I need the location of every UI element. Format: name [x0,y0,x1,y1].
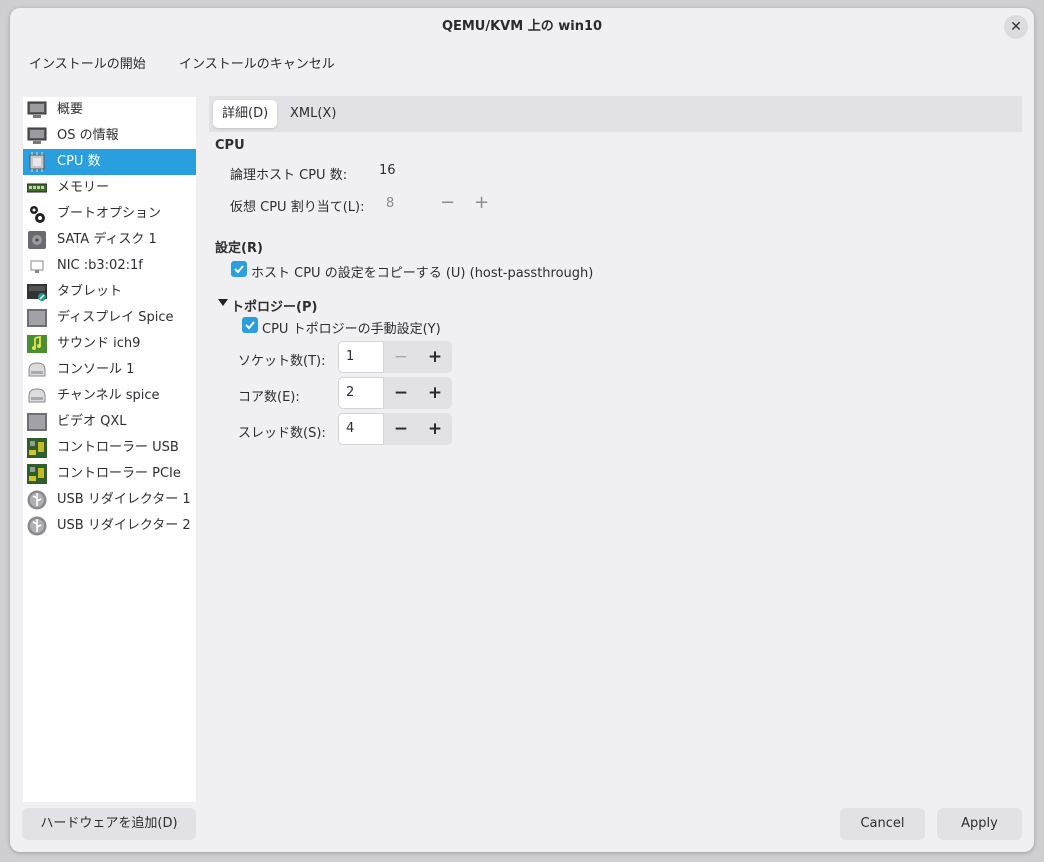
host-cpus-value: 16 [379,163,396,178]
sidebar-item-console[interactable]: コンソール 1 [23,357,196,383]
manual-topology-checkbox[interactable] [242,317,258,333]
cancel-install-button[interactable]: インストールのキャンセル [179,52,335,78]
host-cpus-label: 論理ホスト CPU 数: [230,168,348,183]
sidebar-item-channel[interactable]: チャンネル spice [23,383,196,409]
window-title: QEMU/KVM 上の win10 [441,19,603,34]
cpu-heading: CPU [215,138,245,153]
monitor-icon [27,127,47,144]
expander-arrow-icon[interactable] [218,299,228,307]
sidebar-item-sound[interactable]: サウンド ich9 [23,331,196,357]
sidebar-item-label: コントローラー USB [57,440,179,455]
checkmark-icon [245,321,255,330]
begin-install-button[interactable]: インストールの開始 [29,52,146,78]
cores-label: コア数(E): [238,390,300,405]
sidebar-item-label: NIC :b3:02:1f [57,258,143,273]
threads-label: スレッド数(S): [238,426,326,441]
cpu-icon [29,152,45,172]
threads-increment-button[interactable]: + [418,413,452,445]
sidebar-item-controller-pcie[interactable]: コントローラー PCIe [23,461,196,487]
sockets-increment-button[interactable]: + [418,341,452,373]
sockets-label: ソケット数(T): [238,354,326,369]
tab-details[interactable]: 詳細(D) [213,100,278,128]
sidebar-item-label: CPU 数 [57,154,101,169]
controller-icon [27,438,47,458]
sound-icon [27,335,47,353]
sidebar-item-label: タブレット [57,284,123,299]
hardware-list: 概要 OS の情報 CPU 数 メモリー ブートオプション SATA ディスク … [23,97,196,802]
display-icon [27,309,47,327]
vcpu-value[interactable]: 8 [386,196,394,211]
checkmark-icon [234,265,244,274]
serial-icon [28,388,46,403]
copy-host-checkbox[interactable] [231,261,247,277]
tab-bar: 詳細(D) XML(X) [209,96,1022,132]
sidebar-item-label: ディスプレイ Spice [57,310,174,325]
disk-icon [28,231,46,249]
sidebar-item-label: OS の情報 [57,128,119,143]
controller-icon [27,464,47,484]
sidebar-item-tablet[interactable]: タブレット [23,279,196,305]
sidebar-item-disk[interactable]: SATA ディスク 1 [23,227,196,253]
sidebar-item-usb-redir-1[interactable]: USB リダイレクター 1 [23,487,196,513]
sidebar-item-label: USB リダイレクター 2 [57,518,191,533]
usb-icon [27,490,47,510]
vcpu-decrement-button[interactable]: − [440,192,455,213]
serial-icon [28,362,46,377]
sidebar-item-label: 概要 [57,102,84,117]
config-heading: 設定(R) [215,241,263,256]
sidebar-item-label: メモリー [57,180,110,195]
threads-decrement-button[interactable]: − [384,413,418,445]
tablet-icon [27,284,47,301]
sidebar-item-nic[interactable]: NIC :b3:02:1f [23,253,196,279]
cores-increment-button[interactable]: + [418,377,452,409]
network-icon [30,260,44,273]
sidebar-item-label: サウンド ich9 [57,336,141,351]
close-button[interactable]: ✕ [1004,15,1028,39]
sidebar-item-usb-redir-2[interactable]: USB リダイレクター 2 [23,513,196,539]
close-icon: ✕ [1010,19,1022,35]
display-icon [27,413,47,431]
sidebar-item-boot[interactable]: ブートオプション [23,201,196,227]
cores-input[interactable]: 2 [338,377,384,409]
sidebar-item-os-info[interactable]: OS の情報 [23,123,196,149]
vcpu-increment-button[interactable]: + [474,192,489,213]
sidebar-item-memory[interactable]: メモリー [23,175,196,201]
monitor-icon [27,101,47,118]
usb-icon [27,516,47,536]
sidebar-item-label: ブートオプション [57,206,162,221]
apply-button[interactable]: Apply [937,808,1022,840]
sidebar-item-controller-usb[interactable]: コントローラー USB [23,435,196,461]
dialog-window: QEMU/KVM 上の win10 ✕ インストールの開始 インストールのキャン… [10,8,1034,852]
sidebar-item-cpu[interactable]: CPU 数 [23,149,196,175]
memory-icon [27,183,47,193]
cancel-button[interactable]: Cancel [840,808,925,840]
threads-input[interactable]: 4 [338,413,384,445]
copy-host-label[interactable]: ホスト CPU の設定をコピーする (U) (host-passthrough) [251,262,593,281]
sidebar-item-label: チャンネル spice [57,388,160,403]
sidebar-item-label: ビデオ QXL [57,414,127,429]
manual-topology-label[interactable]: CPU トポロジーの手動設定(Y) [262,318,441,337]
vcpu-label: 仮想 CPU 割り当て(L): [230,200,365,215]
sidebar-item-video[interactable]: ビデオ QXL [23,409,196,435]
sidebar-item-overview[interactable]: 概要 [23,97,196,123]
cores-decrement-button[interactable]: − [384,377,418,409]
add-hardware-button[interactable]: ハードウェアを追加(D) [22,808,196,840]
sockets-decrement-button[interactable]: − [384,341,418,373]
sidebar-item-label: USB リダイレクター 1 [57,492,191,507]
topology-heading[interactable]: トポロジー(P) [231,296,317,315]
sockets-input[interactable]: 1 [338,341,384,373]
sidebar-item-label: コンソール 1 [57,362,135,377]
gears-icon [30,206,45,223]
tab-xml[interactable]: XML(X) [281,100,345,128]
sidebar-item-display[interactable]: ディスプレイ Spice [23,305,196,331]
sidebar-item-label: SATA ディスク 1 [57,232,157,247]
sidebar-item-label: コントローラー PCIe [57,466,181,481]
